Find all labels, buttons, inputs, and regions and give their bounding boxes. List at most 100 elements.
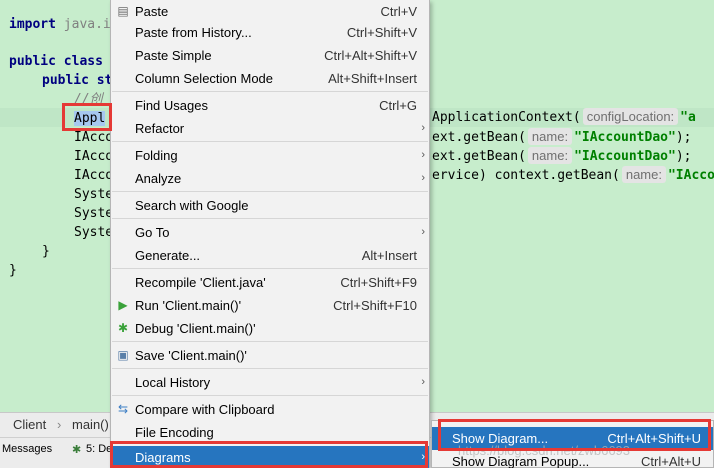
chevron-right-icon: › <box>421 149 425 161</box>
code-text: IAcco <box>74 149 114 164</box>
menu-item-find-usages[interactable]: Find Usages Ctrl+G <box>111 94 429 117</box>
code-text: ); <box>675 130 692 145</box>
chevron-right-icon: › <box>421 172 425 184</box>
chevron-right-icon: › <box>421 122 425 134</box>
selected-identifier[interactable]: Appl <box>74 111 106 126</box>
menu-item-label: Show Diagram... <box>452 431 549 446</box>
menu-item-column-selection-mode[interactable]: Column Selection Mode Alt+Shift+Insert <box>111 67 429 90</box>
menu-item-label: File Encoding <box>135 425 214 440</box>
code-text: ext.getBean( <box>432 130 526 145</box>
code-line-5: Appl <box>74 109 106 128</box>
menu-item-paste-from-history[interactable]: Paste from History... Ctrl+Shift+V <box>111 21 429 44</box>
menu-item-file-encoding[interactable]: File Encoding <box>111 421 429 444</box>
menu-item-label: Paste Simple <box>135 48 212 63</box>
code-text: IAcco <box>74 168 114 183</box>
chevron-right-icon: › <box>421 376 425 388</box>
string-literal: "a <box>680 110 696 125</box>
menu-item-compare-with-clipboard[interactable]: ⇆ Compare with Clipboard <box>111 398 429 421</box>
code-line-1: import java.i <box>9 15 111 34</box>
menu-item-label: Diagrams <box>135 450 191 465</box>
bug-icon: ✱ <box>72 444 82 456</box>
string-literal: "IAcco <box>667 168 714 183</box>
menu-item-search-with-google[interactable]: Search with Google <box>111 194 429 217</box>
menu-item-paste[interactable]: ▤ Paste Ctrl+V <box>111 0 429 23</box>
menu-item-label: Analyze <box>135 171 182 186</box>
menu-item-label: Column Selection Mode <box>135 71 274 86</box>
code-line-7: IAcco <box>74 147 113 166</box>
string-literal: "IAccountDao" <box>574 149 676 164</box>
menu-item-shortcut: Ctrl+Alt+Shift+U <box>607 431 701 446</box>
menu-item-label: Search with Google <box>135 198 249 213</box>
menu-item-save[interactable]: ▣ Save 'Client.main()' <box>111 344 429 367</box>
menu-item-label: Folding <box>135 148 178 163</box>
code-right-line-8: ervice) context.getBean(name: "IAcco <box>432 166 714 185</box>
parameter-hint: name: <box>527 147 573 164</box>
menu-item-label: Go To <box>135 225 170 240</box>
debug-icon: ✱ <box>117 321 129 335</box>
menu-item-label: Find Usages <box>135 98 208 113</box>
code-text: java.i <box>55 17 111 32</box>
menu-item-label: Generate... <box>135 248 201 263</box>
code-text: } <box>9 263 17 278</box>
code-text: Syste <box>74 187 114 202</box>
tab-messages[interactable]: Messages <box>2 443 52 455</box>
code-line-6: IAcco <box>74 128 113 147</box>
menu-item-shortcut: Ctrl+V <box>380 4 417 19</box>
menu-item-recompile[interactable]: Recompile 'Client.java' Ctrl+Shift+F9 <box>111 271 429 294</box>
menu-item-label: Refactor <box>135 121 185 136</box>
menu-item-debug[interactable]: ✱ Debug 'Client.main()' <box>111 317 429 340</box>
save-icon: ▣ <box>117 348 129 362</box>
menu-item-paste-simple[interactable]: Paste Simple Ctrl+Alt+Shift+V <box>111 44 429 67</box>
code-line-11: Syste <box>74 223 113 242</box>
menu-item-label: Paste <box>135 4 169 19</box>
code-right-line-5: ApplicationContext(configLocation: "a <box>432 108 696 127</box>
code-line-4: //创 <box>74 90 103 109</box>
string-literal: "IAccountDao" <box>574 130 676 145</box>
paste-icon: ▤ <box>117 4 129 18</box>
code-line-10: Syste <box>74 204 113 223</box>
menu-item-refactor[interactable]: Refactor › <box>111 117 429 140</box>
context-menu: ▤ Paste Ctrl+V Paste from History... Ctr… <box>110 0 430 468</box>
menu-item-local-history[interactable]: Local History › <box>111 371 429 394</box>
code-text: Syste <box>74 206 114 221</box>
menu-item-shortcut: Alt+Insert <box>361 248 417 263</box>
comment-text: //创 <box>74 92 103 107</box>
code-text: ); <box>675 149 692 164</box>
code-right-line-7: ext.getBean(name: "IAccountDao"); <box>432 147 691 166</box>
code-text: ext.getBean( <box>432 149 526 164</box>
menu-item-shortcut: Ctrl+G <box>379 98 417 113</box>
code-line-12: } <box>42 242 50 261</box>
menu-item-folding[interactable]: Folding › <box>111 144 429 167</box>
code-line-8: IAcco <box>74 166 113 185</box>
menu-item-go-to[interactable]: Go To › <box>111 221 429 244</box>
menu-item-label: Debug 'Client.main()' <box>135 321 256 336</box>
menu-item-shortcut: Alt+Shift+Insert <box>328 71 417 86</box>
menu-item-diagrams[interactable]: Diagrams › <box>111 446 429 468</box>
menu-item-analyze[interactable]: Analyze › <box>111 167 429 190</box>
menu-item-label: Run 'Client.main()' <box>135 298 242 313</box>
breadcrumb-class[interactable]: Client <box>13 417 46 432</box>
menu-item-show-diagram[interactable]: Show Diagram... Ctrl+Alt+Shift+U <box>432 427 713 450</box>
tab-debug[interactable]: 5: De <box>86 443 112 455</box>
menu-item-label: Save 'Client.main()' <box>135 348 247 363</box>
code-right-line-6: ext.getBean(name: "IAccountDao"); <box>432 128 691 147</box>
keyword: public class <box>9 54 103 69</box>
menu-item-run[interactable]: ▶ Run 'Client.main()' Ctrl+Shift+F10 <box>111 294 429 317</box>
run-icon: ▶ <box>118 298 128 312</box>
menu-item-label: Paste from History... <box>135 25 252 40</box>
menu-item-shortcut: Ctrl+Alt+Shift+V <box>324 48 417 63</box>
code-text: ApplicationContext( <box>432 110 581 125</box>
menu-separator <box>112 141 428 142</box>
parameter-hint: configLocation: <box>582 108 679 125</box>
chevron-right-icon: › <box>421 226 425 238</box>
menu-item-generate[interactable]: Generate... Alt+Insert <box>111 244 429 267</box>
menu-separator <box>112 218 428 219</box>
menu-separator <box>112 191 428 192</box>
menu-separator <box>112 268 428 269</box>
code-text: } <box>42 244 50 259</box>
breadcrumb-separator: › <box>57 417 62 432</box>
menu-item-label: Local History <box>135 375 211 390</box>
breadcrumb-method[interactable]: main() <box>72 417 109 432</box>
menu-item-show-diagram-popup[interactable]: Show Diagram Popup... Ctrl+Alt+U <box>432 450 713 468</box>
keyword: import <box>9 17 56 32</box>
